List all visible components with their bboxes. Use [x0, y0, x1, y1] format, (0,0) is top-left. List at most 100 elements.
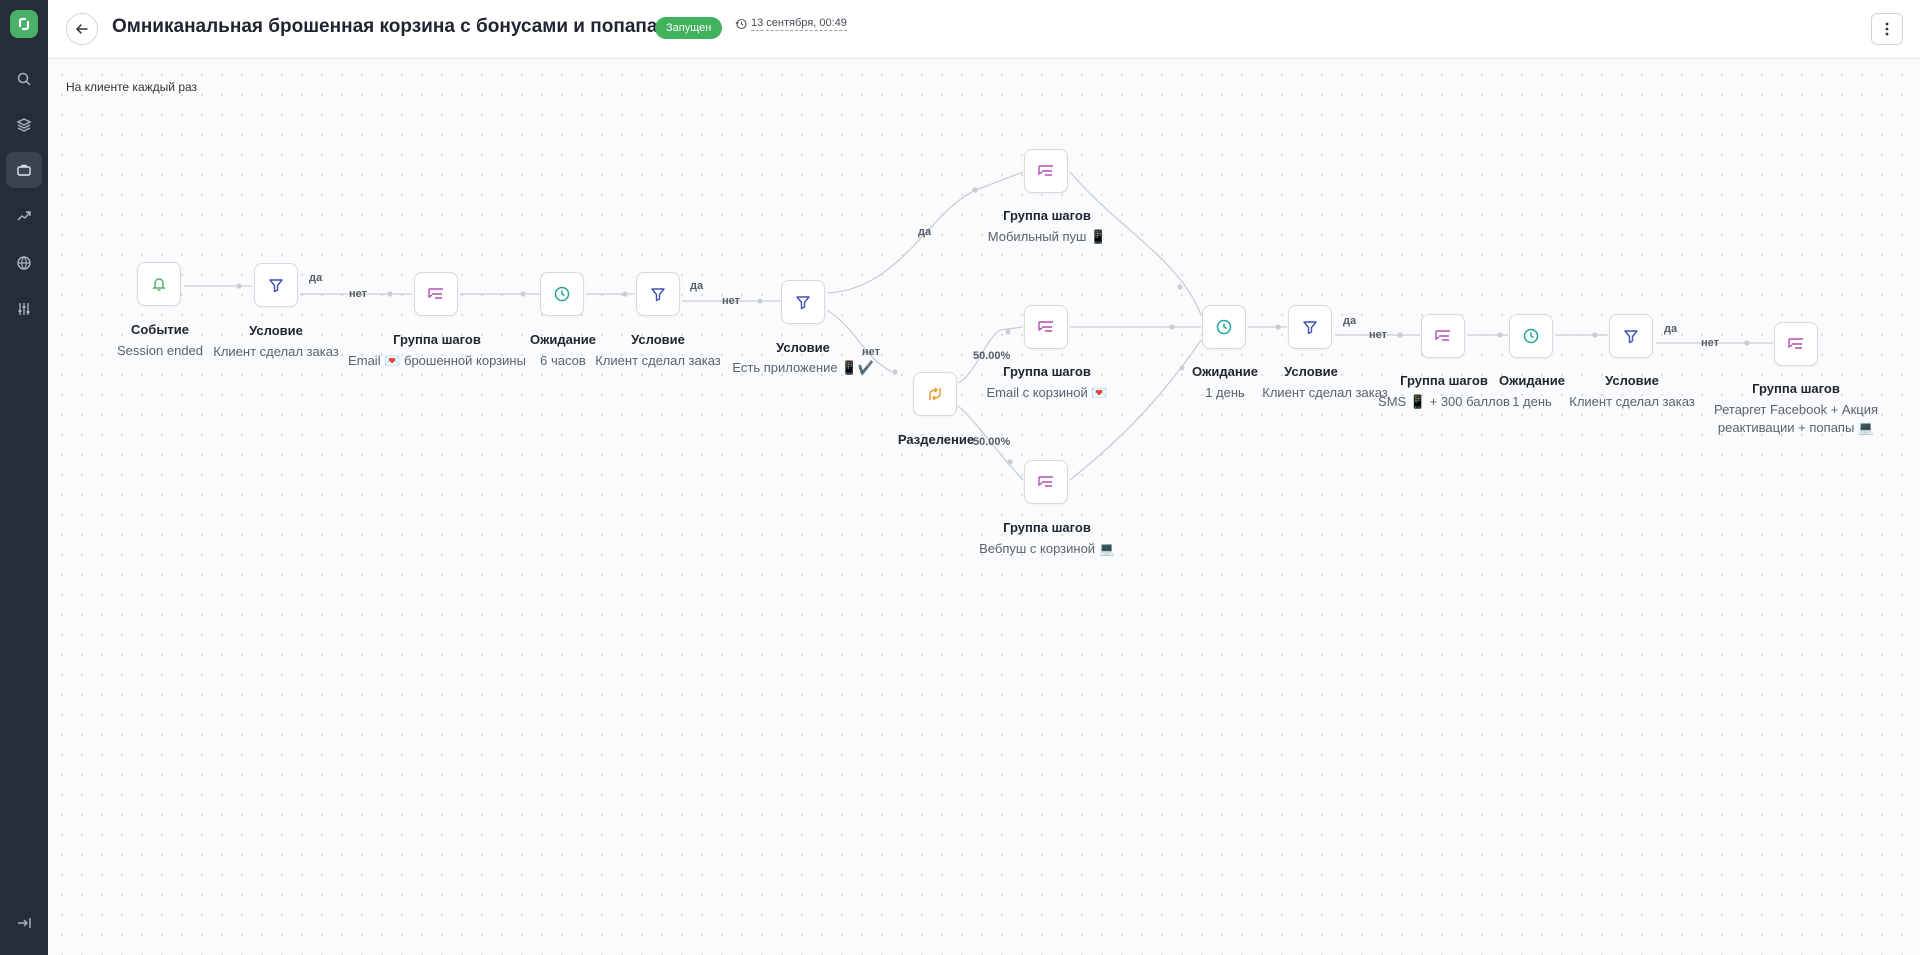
node-title: Группа шагов	[1752, 381, 1840, 396]
node-condition[interactable]	[636, 272, 680, 316]
node-title: Ожидание	[1192, 364, 1258, 379]
edge-label-yes: да	[690, 280, 704, 292]
edge-label-no: нет	[349, 288, 368, 300]
node-condition[interactable]	[1288, 305, 1332, 349]
sidebar-analytics[interactable]	[6, 198, 42, 234]
node-title: Группа шагов	[1003, 520, 1091, 535]
sidebar-layers[interactable]	[6, 107, 42, 143]
page-title: Омниканальная брошенная корзина с бонуса…	[112, 16, 684, 37]
sidebar-collapse[interactable]	[6, 905, 42, 941]
sliders-icon	[18, 303, 30, 315]
node-subtitle: 6 часов	[540, 353, 586, 368]
node-title: Условие	[249, 323, 303, 338]
history-icon	[735, 18, 747, 30]
node-title: Ожидание	[1499, 373, 1565, 388]
clock-icon	[1523, 328, 1539, 344]
node-split[interactable]	[913, 372, 957, 416]
node-step-group[interactable]	[1024, 305, 1068, 349]
node-subtitle: Вебпуш с корзиной 💻	[979, 541, 1115, 556]
edge-label-split-a: 50.00%	[973, 350, 1011, 362]
sidebar-campaigns[interactable]	[6, 152, 42, 188]
node-title: Событие	[130, 322, 190, 337]
timestamp: 13 сентября, 00:49	[751, 17, 847, 31]
node-step-group[interactable]	[1024, 460, 1068, 504]
edge-label-no: нет	[1369, 329, 1388, 341]
node-subtitle: Есть приложение 📱✔️	[732, 360, 874, 375]
node-subtitle: Клиент сделал заказ	[1569, 394, 1695, 409]
node-title: Группа шагов	[1003, 208, 1091, 223]
node-subtitle: Ретаргет Facebook + Акция реактивации + …	[1714, 401, 1878, 437]
node-title: Группа шагов	[1003, 364, 1091, 379]
node-wait[interactable]	[540, 272, 584, 316]
node-condition[interactable]	[254, 263, 298, 307]
steps-group-icon	[428, 288, 443, 299]
node-subtitle: 1 день	[1512, 394, 1552, 409]
clock-icon	[554, 286, 570, 302]
filter-icon	[1624, 330, 1638, 344]
edge-label-yes: да	[1343, 315, 1357, 327]
filter-icon	[269, 279, 283, 293]
edge-label-no: нет	[862, 346, 881, 358]
edge-label-no: нет	[722, 295, 741, 307]
back-button[interactable]	[66, 13, 98, 45]
node-subtitle: SMS 📱 + 300 баллов	[1378, 394, 1510, 409]
logo-icon	[18, 17, 30, 31]
node-title: Условие	[1605, 373, 1659, 388]
more-menu-button[interactable]	[1871, 13, 1903, 45]
trigger-mode-label: На клиенте каждый раз	[66, 80, 198, 94]
bell-icon	[152, 278, 166, 291]
header: Омниканальная брошенная корзина с бонуса…	[48, 0, 1920, 59]
node-subtitle: 1 день	[1205, 385, 1245, 400]
globe-icon	[17, 256, 31, 270]
node-subtitle: Email 💌 брошенной корзины	[348, 353, 526, 368]
node-title: Условие	[776, 340, 830, 355]
steps-group-icon	[1038, 476, 1053, 487]
node-subtitle-line: Ретаргет Facebook + Акция	[1714, 402, 1878, 417]
node-title: Группа шагов	[1400, 373, 1488, 388]
node-title: Группа шагов	[393, 332, 481, 347]
trend-icon	[17, 211, 31, 221]
node-step-group[interactable]	[414, 272, 458, 316]
sidebar-search[interactable]	[6, 61, 42, 97]
clock-icon	[1216, 319, 1232, 335]
edge-label-yes: да	[918, 226, 932, 238]
edge-label-split-b: 50.00%	[973, 436, 1011, 448]
sidebar-web[interactable]	[6, 245, 42, 281]
collapse-icon	[18, 918, 31, 928]
node-subtitle: Мобильный пуш 📱	[987, 229, 1107, 244]
sidebar-settings[interactable]	[6, 291, 42, 327]
flow-canvas[interactable]	[48, 59, 1920, 955]
node-step-group[interactable]	[1024, 149, 1068, 193]
filter-icon	[651, 288, 665, 302]
node-event[interactable]	[137, 262, 181, 306]
node-wait[interactable]	[1509, 314, 1553, 358]
split-icon	[929, 387, 941, 401]
node-wait[interactable]	[1202, 305, 1246, 349]
arrow-left-icon	[75, 24, 88, 34]
node-title: Условие	[1284, 364, 1338, 379]
filter-icon	[796, 296, 810, 310]
status-badge: Запущен	[655, 17, 723, 39]
node-subtitle: Клиент сделал заказ	[213, 344, 339, 359]
node-subtitle: Session ended	[116, 343, 204, 358]
search-icon	[17, 72, 31, 86]
node-condition[interactable]	[1609, 314, 1653, 358]
node-step-group[interactable]	[1774, 322, 1818, 366]
steps-group-icon	[1435, 330, 1450, 341]
more-vertical-icon	[1885, 22, 1889, 36]
node-subtitle: Клиент сделал заказ	[1262, 385, 1388, 400]
node-subtitle: Клиент сделал заказ	[595, 353, 721, 368]
node-title: Условие	[631, 332, 685, 347]
node-subtitle-line: реактивации + попапы 💻	[1717, 420, 1875, 435]
last-modified[interactable]: 13 сентября, 00:49	[735, 17, 847, 31]
app-logo[interactable]	[10, 10, 38, 38]
edge-label-yes: да	[1664, 323, 1678, 335]
sidebar	[0, 0, 48, 955]
node-condition[interactable]	[781, 280, 825, 324]
node-subtitle: Email с корзиной 💌	[986, 385, 1108, 400]
filter-icon	[1303, 321, 1317, 335]
node-step-group[interactable]	[1421, 314, 1465, 358]
steps-group-icon	[1038, 165, 1053, 176]
briefcase-icon	[17, 164, 31, 176]
layers-icon	[16, 118, 32, 132]
